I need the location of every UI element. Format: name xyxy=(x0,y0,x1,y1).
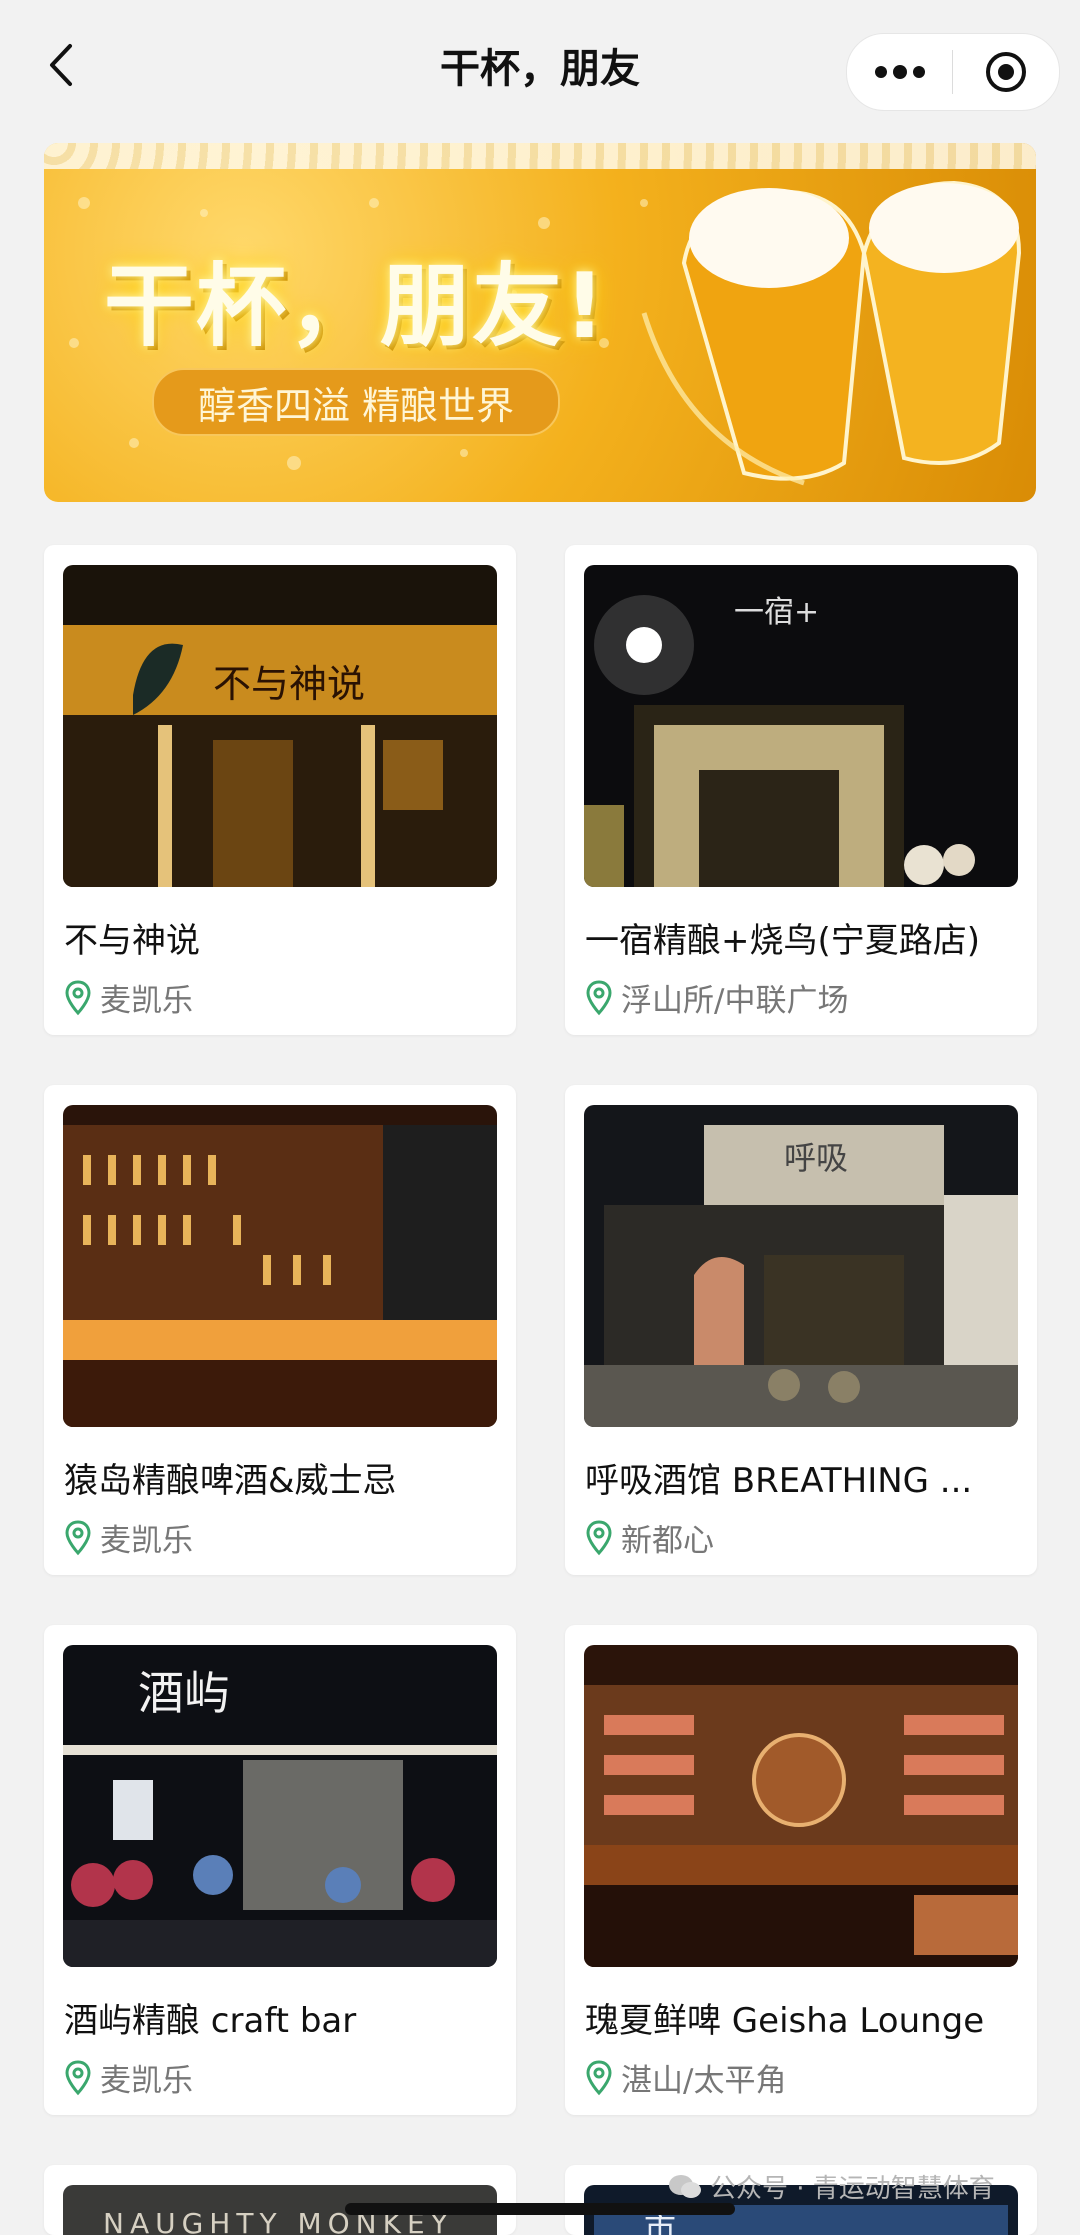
banner-subtitle: 醇香四溢 精酿世界 xyxy=(152,368,561,436)
home-indicator[interactable] xyxy=(345,2203,735,2215)
venue-card[interactable]: 酒屿 酒屿精酿 craft bar 麦凯乐 xyxy=(44,1625,516,2115)
venue-card[interactable]: 猿岛精酿啤酒&威士忌 麦凯乐 xyxy=(44,1085,516,1575)
venue-location-text: 湛山/太平角 xyxy=(621,2063,787,2099)
venue-location-text: 麦凯乐 xyxy=(100,983,193,1019)
nav-bar: 干杯，朋友 xyxy=(0,0,1080,130)
venue-name: 瑰夏鲜啤 Geisha Lounge xyxy=(585,2001,985,2041)
location-pin-icon xyxy=(586,2059,612,2095)
venue-name: 一宿精酿+烧鸟(宁夏路店) xyxy=(585,921,981,961)
venue-location: 新都心 xyxy=(585,1515,714,1560)
more-dots-icon xyxy=(874,65,925,79)
beer-mugs xyxy=(641,180,1022,486)
close-program-button[interactable] xyxy=(953,34,1058,110)
venue-photo: 呼吸 xyxy=(584,1105,1018,1427)
venue-location-text: 新都心 xyxy=(621,1523,714,1559)
venue-photo: 一宿+ xyxy=(584,565,1018,887)
banner-headline: 干杯，朋友! xyxy=(104,254,608,359)
venue-photo: 不与神说 xyxy=(63,565,497,887)
venue-name: 酒屿精酿 craft bar xyxy=(64,2001,357,2041)
location-pin-icon xyxy=(65,2059,91,2095)
venue-card[interactable]: 呼吸 呼吸酒馆 BREATHING ... 新都心 xyxy=(565,1085,1037,1575)
venue-sign: 酒屿 xyxy=(138,1666,230,1720)
venue-location-text: 麦凯乐 xyxy=(100,1523,193,1559)
foam-edge xyxy=(44,143,1036,169)
venue-name: 呼吸酒馆 BREATHING ... xyxy=(585,1461,973,1501)
promo-banner[interactable]: 干杯，朋友! 醇香四溢 精酿世界 xyxy=(44,143,1036,502)
venue-location: 麦凯乐 xyxy=(64,975,193,1020)
venue-location: 麦凯乐 xyxy=(64,1515,193,1560)
venue-name: 不与神说 xyxy=(64,921,200,961)
wechat-icon xyxy=(669,2174,701,2198)
venue-photo: 酒屿 xyxy=(63,1645,497,1967)
location-pin-icon xyxy=(586,1519,612,1555)
venue-card[interactable]: 不与神说 不与神说 麦凯乐 xyxy=(44,545,516,1035)
venue-sign: 一宿+ xyxy=(734,595,820,630)
location-pin-icon xyxy=(65,979,91,1015)
venue-location: 浮山所/中联广场 xyxy=(585,975,848,1020)
venue-sign: 不与神说 xyxy=(213,662,366,706)
mini-program-capsule xyxy=(846,33,1060,111)
target-close-icon xyxy=(985,52,1026,92)
venue-name: 猿岛精酿啤酒&威士忌 xyxy=(64,1461,397,1501)
venue-photo xyxy=(584,1645,1018,1967)
watermark: 公众号 · 青运动智慧体育 xyxy=(668,2168,995,2205)
venue-sign: 呼吸 xyxy=(784,1139,849,1177)
venue-card[interactable]: 瑰夏鲜啤 Geisha Lounge 湛山/太平角 xyxy=(565,1625,1037,2115)
back-button[interactable] xyxy=(36,40,86,90)
chevron-left-icon xyxy=(50,44,72,86)
location-pin-icon xyxy=(65,1519,91,1555)
venue-card[interactable]: NAUGHTY MONKEY xyxy=(44,2165,516,2235)
more-button[interactable] xyxy=(847,34,952,110)
venue-location: 麦凯乐 xyxy=(64,2055,193,2100)
location-pin-icon xyxy=(586,979,612,1015)
watermark-text: 公众号 · 青运动智慧体育 xyxy=(710,2174,995,2204)
venue-location-text: 浮山所/中联广场 xyxy=(621,983,849,1019)
venue-photo xyxy=(63,1105,497,1427)
venue-card[interactable]: 一宿+ 一宿精酿+烧鸟(宁夏路店) 浮山所/中联广场 xyxy=(565,545,1037,1035)
venue-location: 湛山/太平角 xyxy=(585,2055,786,2100)
venue-location-text: 麦凯乐 xyxy=(100,2063,193,2099)
